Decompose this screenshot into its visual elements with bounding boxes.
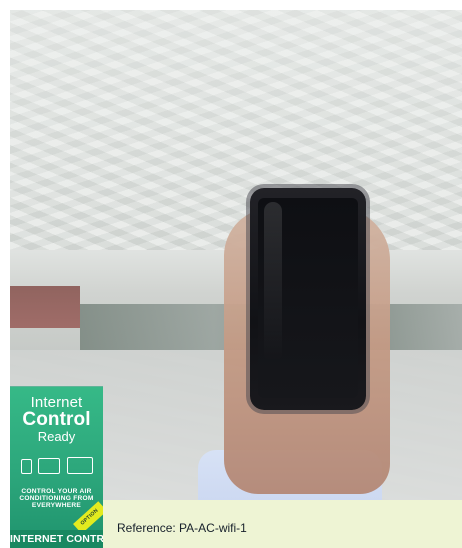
laptop-icon <box>67 457 93 474</box>
smartphone <box>250 188 366 410</box>
photo-sky <box>10 10 462 250</box>
badge-title: Internet Control Ready <box>10 395 103 443</box>
device-icons <box>21 457 93 475</box>
reference-strip: Reference: PA-AC-wifi-1 <box>103 500 462 548</box>
badge-title-line3: Ready <box>37 428 76 444</box>
tablet-icon <box>38 458 60 474</box>
internet-control-badge: Internet Control Ready CONTROL YOUR AIR … <box>10 386 103 548</box>
reference-text: Reference: PA-AC-wifi-1 <box>117 521 247 535</box>
photo-red-structure <box>10 286 80 328</box>
badge-title-line1: Internet <box>30 394 83 411</box>
phone-icon <box>21 459 32 474</box>
badge-title-line2: Control <box>22 409 91 431</box>
badge-footer-label: INTERNET CONTROL <box>10 530 103 548</box>
smartphone-highlight <box>264 202 282 362</box>
badge-tagline: CONTROL YOUR AIR CONDITIONING FROM EVERY… <box>19 488 94 510</box>
